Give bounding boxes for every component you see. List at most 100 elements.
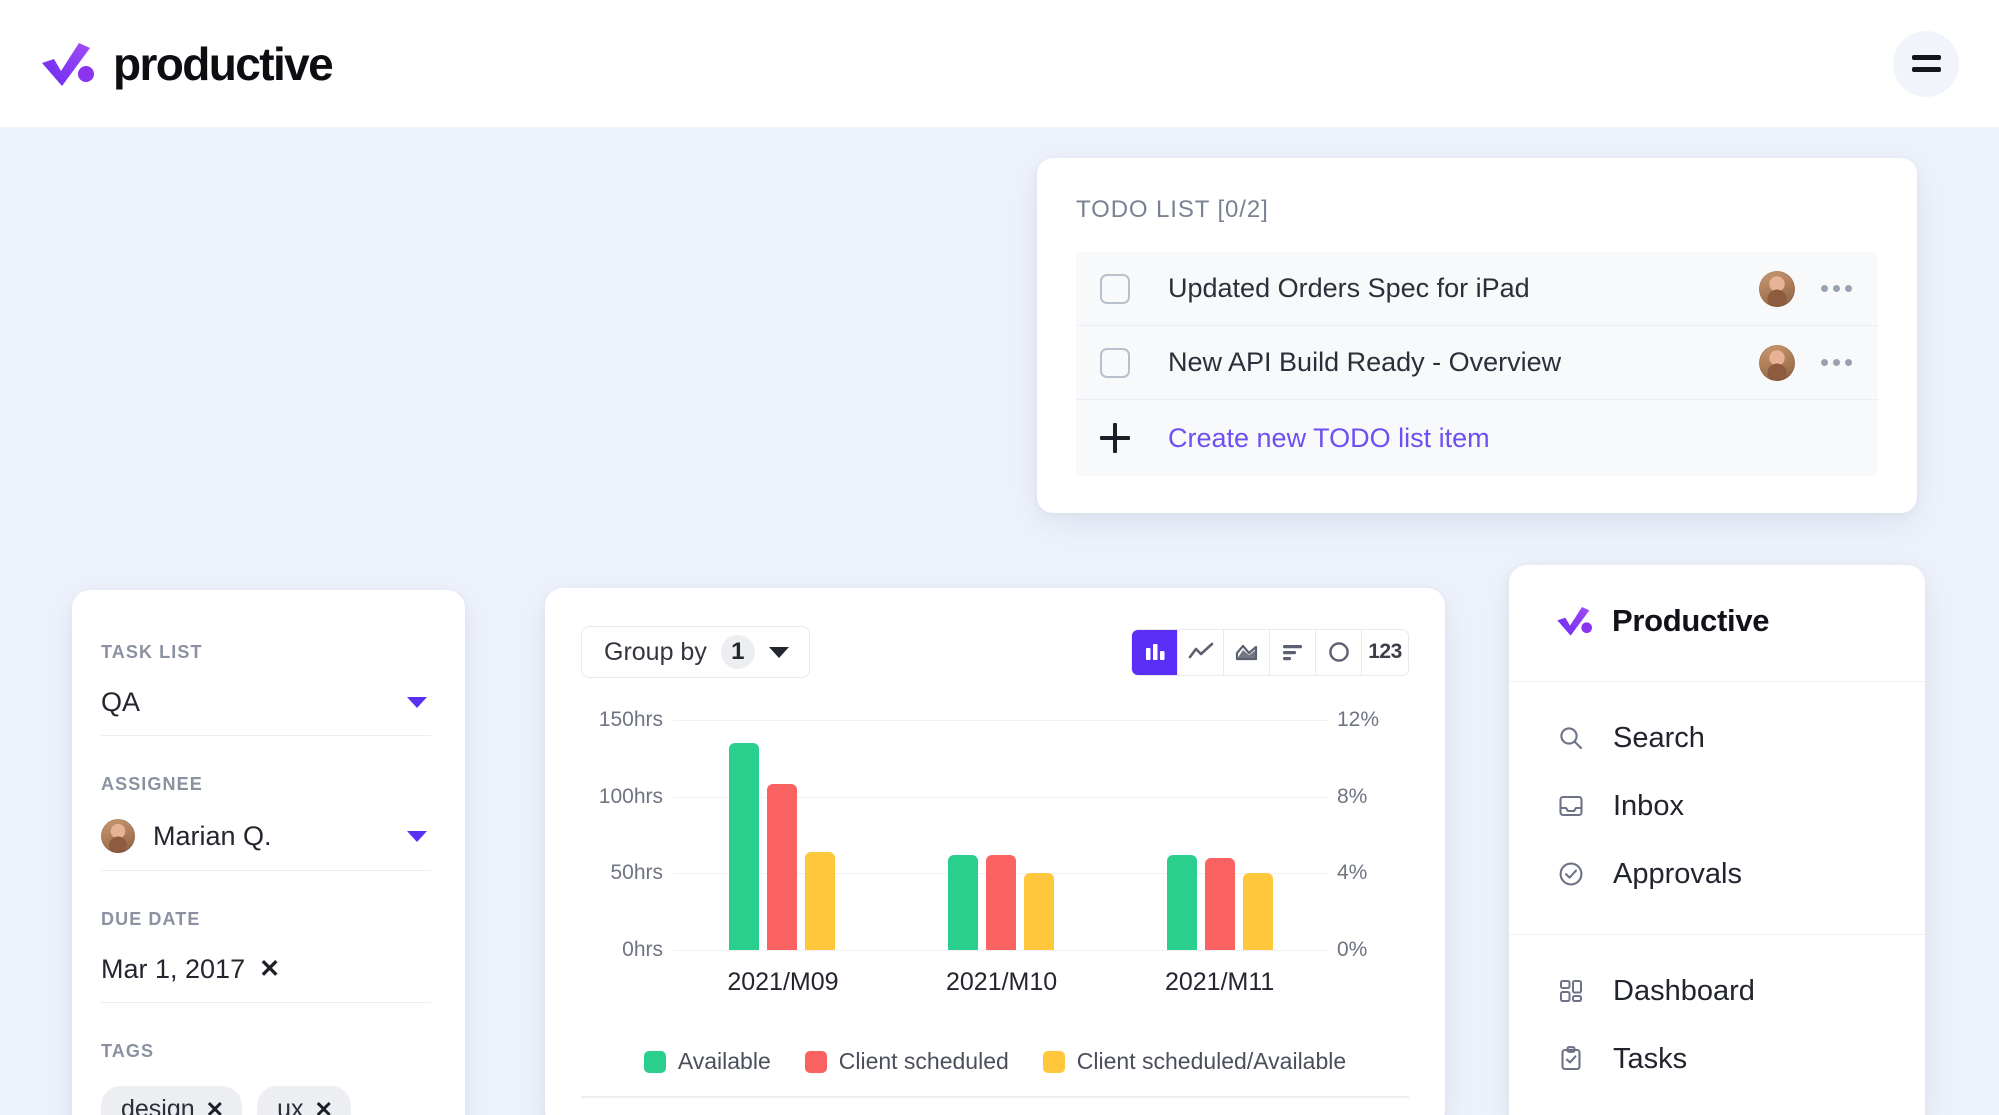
create-todo-item-button[interactable]: Create new TODO list item: [1076, 400, 1878, 476]
sidebar-item-dashboard[interactable]: Dashboard: [1509, 957, 1925, 1025]
due-date-value: Mar 1, 2017: [101, 954, 246, 984]
todo-checkbox[interactable]: [1100, 347, 1130, 378]
sidebar-item-time[interactable]: Time: [1509, 1093, 1925, 1115]
bar[interactable]: [767, 784, 798, 950]
due-date-field: DUE DATE Mar 1, 2017 ✕: [101, 909, 431, 1003]
group-by-dropdown[interactable]: Group by 1: [581, 626, 810, 678]
todo-checkbox[interactable]: [1100, 273, 1130, 304]
area-chart-icon[interactable]: [1224, 629, 1270, 675]
legend-swatch: [804, 1050, 827, 1073]
task-list-select[interactable]: QA: [101, 687, 431, 736]
task-list-field: TASK LIST QA: [101, 642, 431, 736]
bar-group: [729, 720, 836, 950]
sidebar-item-label: Inbox: [1613, 789, 1684, 822]
chevron-down-icon: [407, 830, 427, 842]
sidebar-item-label: Dashboard: [1613, 974, 1755, 1007]
navigation-menu: Productive Search Inbox Approvals Dashbo…: [1509, 565, 1925, 1115]
inbox-icon: [1555, 790, 1587, 822]
task-list-label: TASK LIST: [101, 642, 203, 662]
bar[interactable]: [985, 854, 1016, 950]
bar[interactable]: [1166, 854, 1197, 950]
x-axis-tick: 2021/M10: [945, 968, 1058, 996]
y-left-tick: 50hrs: [610, 861, 663, 885]
y-right-tick: 8%: [1337, 784, 1368, 808]
nav-header[interactable]: Productive: [1509, 565, 1925, 682]
bar[interactable]: [805, 851, 836, 950]
brand-logo[interactable]: productive: [38, 37, 334, 91]
chevron-down-icon: [768, 646, 789, 658]
tags-label: TAGS: [101, 1041, 155, 1061]
number-chart-icon[interactable]: 123: [1362, 629, 1408, 675]
avatar: [1759, 270, 1795, 307]
nav-title: Productive: [1612, 603, 1770, 638]
y-axis-right: 0% 4% 8% 12%: [1337, 708, 1427, 961]
tags-field: TAGS design ✕ ux ✕: [101, 1041, 431, 1115]
todo-list-card: TODO LIST [0/2] Updated Orders Spec for …: [1037, 158, 1917, 513]
y-axis-left: 0hrs 50hrs 100hrs 150hrs: [573, 708, 663, 961]
nav-group-secondary: Dashboard Tasks Time: [1509, 935, 1925, 1115]
bar[interactable]: [947, 854, 978, 950]
chart-legend: Available Client scheduled Client schedule…: [581, 1048, 1409, 1075]
y-left-tick: 0hrs: [622, 938, 663, 961]
hamburger-bar: [1911, 67, 1941, 72]
top-bar: productive: [0, 0, 1999, 127]
legend-item[interactable]: Available: [643, 1048, 771, 1075]
legend-label: Client scheduled/Available: [1076, 1048, 1347, 1074]
x-axis-labels: 2021/M09 2021/M10 2021/M11: [673, 968, 1329, 997]
assignee-label: ASSIGNEE: [101, 774, 203, 794]
remove-tag-icon[interactable]: ✕: [315, 1098, 333, 1115]
list-item[interactable]: New API Build Ready - Overview: [1076, 326, 1878, 400]
sidebar-item-search[interactable]: Search: [1509, 704, 1925, 772]
chart-toolbar: Group by 1 123: [581, 626, 1409, 678]
number-chart-label: 123: [1368, 640, 1402, 663]
brand-wordmark: productive: [113, 37, 334, 90]
bar[interactable]: [1242, 873, 1273, 950]
line-chart-icon[interactable]: [1178, 629, 1224, 675]
legend-label: Available: [677, 1048, 771, 1074]
task-list-value: QA: [101, 687, 141, 717]
sidebar-item-inbox[interactable]: Inbox: [1509, 772, 1925, 840]
legend-swatch: [1042, 1050, 1065, 1073]
chart-type-switcher: 123: [1131, 628, 1409, 676]
ellipsis-icon[interactable]: [1821, 285, 1852, 292]
chart-card-divider: [581, 1096, 1409, 1098]
tag-chip[interactable]: ux ✕: [257, 1086, 351, 1115]
productive-check-logo-icon: [1554, 603, 1594, 639]
legend-item[interactable]: Client scheduled/Available: [1042, 1048, 1347, 1075]
due-date-value-row[interactable]: Mar 1, 2017 ✕: [101, 954, 431, 1003]
bar-group: [1166, 720, 1273, 950]
bar-group: [947, 720, 1054, 950]
remove-tag-icon[interactable]: ✕: [206, 1098, 224, 1115]
y-left-tick: 150hrs: [598, 708, 663, 731]
column-chart-icon[interactable]: [1132, 629, 1178, 675]
stopwatch-icon: [1555, 1111, 1587, 1115]
bar[interactable]: [729, 743, 760, 950]
clear-due-date-icon[interactable]: ✕: [259, 957, 280, 982]
avatar: [101, 819, 135, 853]
assignee-value: Marian Q.: [153, 820, 272, 851]
todo-item-label: New API Build Ready - Overview: [1168, 347, 1562, 377]
bar[interactable]: [1204, 858, 1235, 950]
check-circle-icon: [1555, 858, 1587, 890]
ellipsis-icon[interactable]: [1821, 359, 1852, 366]
legend-item[interactable]: Client scheduled: [804, 1048, 1009, 1075]
chart-card: Group by 1 123 0hrs 50hrs 100hrs 150hrs …: [545, 588, 1445, 1115]
bar-chart-icon[interactable]: [1270, 629, 1316, 675]
list-item[interactable]: Updated Orders Spec for iPad: [1076, 252, 1878, 326]
pie-chart-icon[interactable]: [1316, 629, 1362, 675]
plus-icon: [1100, 423, 1130, 453]
sidebar-item-tasks[interactable]: Tasks: [1509, 1025, 1925, 1093]
hamburger-menu-icon[interactable]: [1893, 30, 1959, 97]
due-date-label: DUE DATE: [101, 909, 201, 929]
group-by-count-badge: 1: [720, 635, 755, 669]
y-right-tick: 4%: [1337, 861, 1368, 885]
bar[interactable]: [1023, 873, 1054, 950]
hamburger-bar: [1911, 55, 1941, 60]
y-right-tick: 12%: [1337, 708, 1380, 731]
tag-chip[interactable]: design ✕: [101, 1086, 243, 1115]
dashboard-grid-icon: [1555, 975, 1587, 1007]
sidebar-item-approvals[interactable]: Approvals: [1509, 840, 1925, 908]
clipboard-check-icon: [1555, 1043, 1587, 1075]
sidebar-item-label: Search: [1613, 721, 1705, 754]
assignee-select[interactable]: Marian Q.: [101, 819, 431, 871]
